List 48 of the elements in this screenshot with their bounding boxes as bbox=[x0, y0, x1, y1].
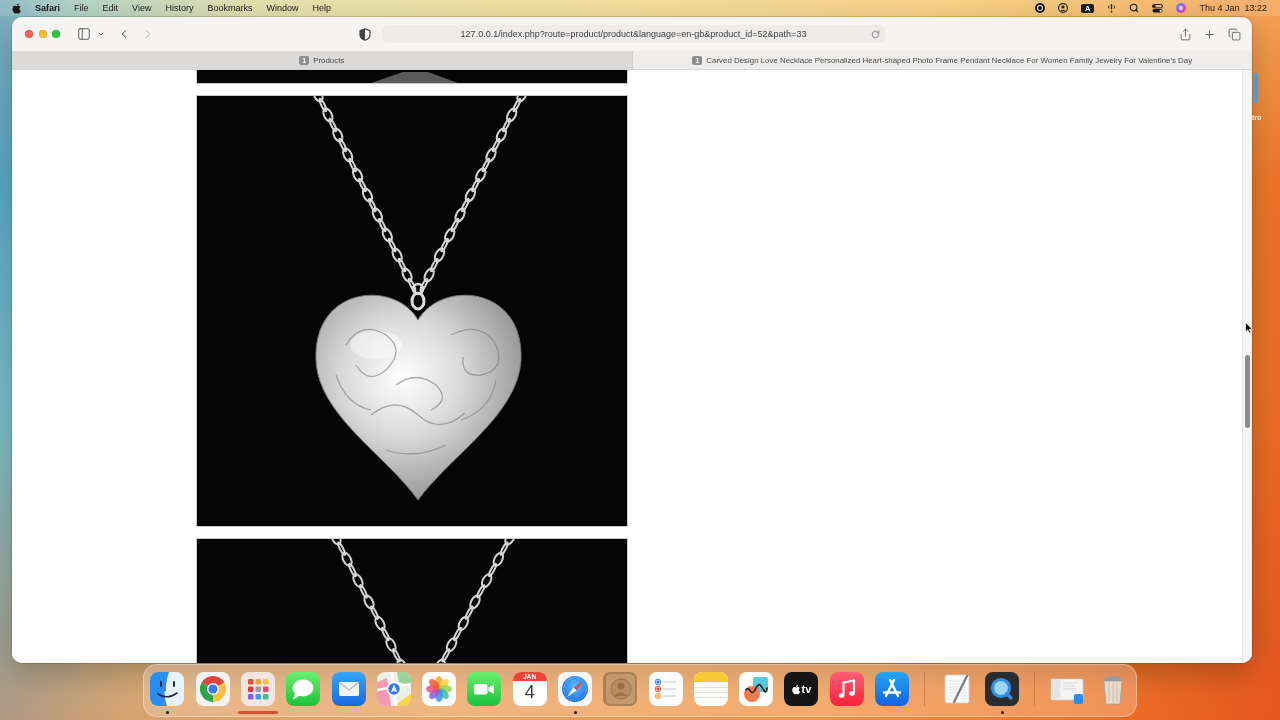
flower-icon[interactable] bbox=[422, 672, 457, 706]
sidebar-icon[interactable] bbox=[77, 27, 91, 41]
envelope-icon[interactable] bbox=[331, 672, 366, 706]
apple-icon bbox=[791, 683, 801, 695]
antenna-icon[interactable] bbox=[1107, 3, 1117, 13]
map-icon[interactable] bbox=[376, 672, 411, 706]
shield-icon[interactable] bbox=[359, 27, 371, 41]
orb-icon[interactable] bbox=[1176, 3, 1187, 13]
menu-item[interactable]: Bookmarks bbox=[207, 2, 253, 14]
close-icon[interactable] bbox=[25, 30, 33, 38]
search-icon[interactable] bbox=[1129, 3, 1140, 13]
user-circle-icon[interactable] bbox=[1058, 3, 1068, 13]
menu-item[interactable]: Edit bbox=[102, 2, 119, 14]
record-icon[interactable] bbox=[1035, 3, 1045, 13]
notepad-icon[interactable] bbox=[693, 672, 728, 706]
q-logo-icon[interactable] bbox=[985, 672, 1020, 706]
tv-label: tv bbox=[801, 682, 812, 696]
app-grid-icon[interactable] bbox=[240, 672, 275, 706]
menu-time[interactable]: 13:22 bbox=[1244, 2, 1267, 14]
menu-item[interactable]: View bbox=[132, 2, 152, 14]
share-icon[interactable] bbox=[1178, 27, 1192, 41]
tv-app-icon[interactable]: tv bbox=[784, 672, 819, 706]
maximize-icon[interactable] bbox=[52, 30, 60, 38]
compass-icon[interactable] bbox=[558, 672, 592, 706]
plus-icon[interactable] bbox=[1202, 27, 1216, 41]
menu-date[interactable]: Thu 4 Jan bbox=[1199, 2, 1240, 14]
chevron-down-icon[interactable] bbox=[97, 30, 105, 38]
checklist-icon[interactable] bbox=[648, 672, 683, 706]
reload-icon[interactable] bbox=[871, 29, 880, 39]
person-icon[interactable] bbox=[603, 672, 638, 706]
face-icon[interactable] bbox=[150, 672, 185, 706]
apple-icon[interactable] bbox=[12, 2, 22, 14]
menu-item[interactable]: File bbox=[74, 2, 89, 14]
toggles-icon[interactable] bbox=[1152, 3, 1164, 13]
app-store-icon[interactable] bbox=[875, 672, 910, 706]
calendar-day: 4 bbox=[524, 682, 535, 703]
menu-item[interactable]: Window bbox=[266, 2, 299, 14]
menu-title[interactable]: Safari bbox=[35, 2, 60, 14]
music-note-icon[interactable] bbox=[829, 672, 864, 706]
menu-item[interactable]: Help bbox=[312, 2, 331, 14]
circle-logo-icon[interactable] bbox=[195, 672, 230, 706]
menu-item[interactable]: History bbox=[165, 2, 194, 14]
speech-bubble-icon[interactable] bbox=[286, 672, 321, 706]
scrollbar-thumb[interactable] bbox=[1245, 355, 1250, 428]
squiggle-board-icon[interactable] bbox=[739, 672, 774, 706]
stacked-squares-icon[interactable] bbox=[1227, 27, 1241, 41]
video-camera-icon[interactable] bbox=[467, 672, 502, 706]
address-field[interactable]: 127.0.0.1/index.php?route=product/product&language=en-gb&product_id=52&path=33 bbox=[382, 25, 885, 43]
